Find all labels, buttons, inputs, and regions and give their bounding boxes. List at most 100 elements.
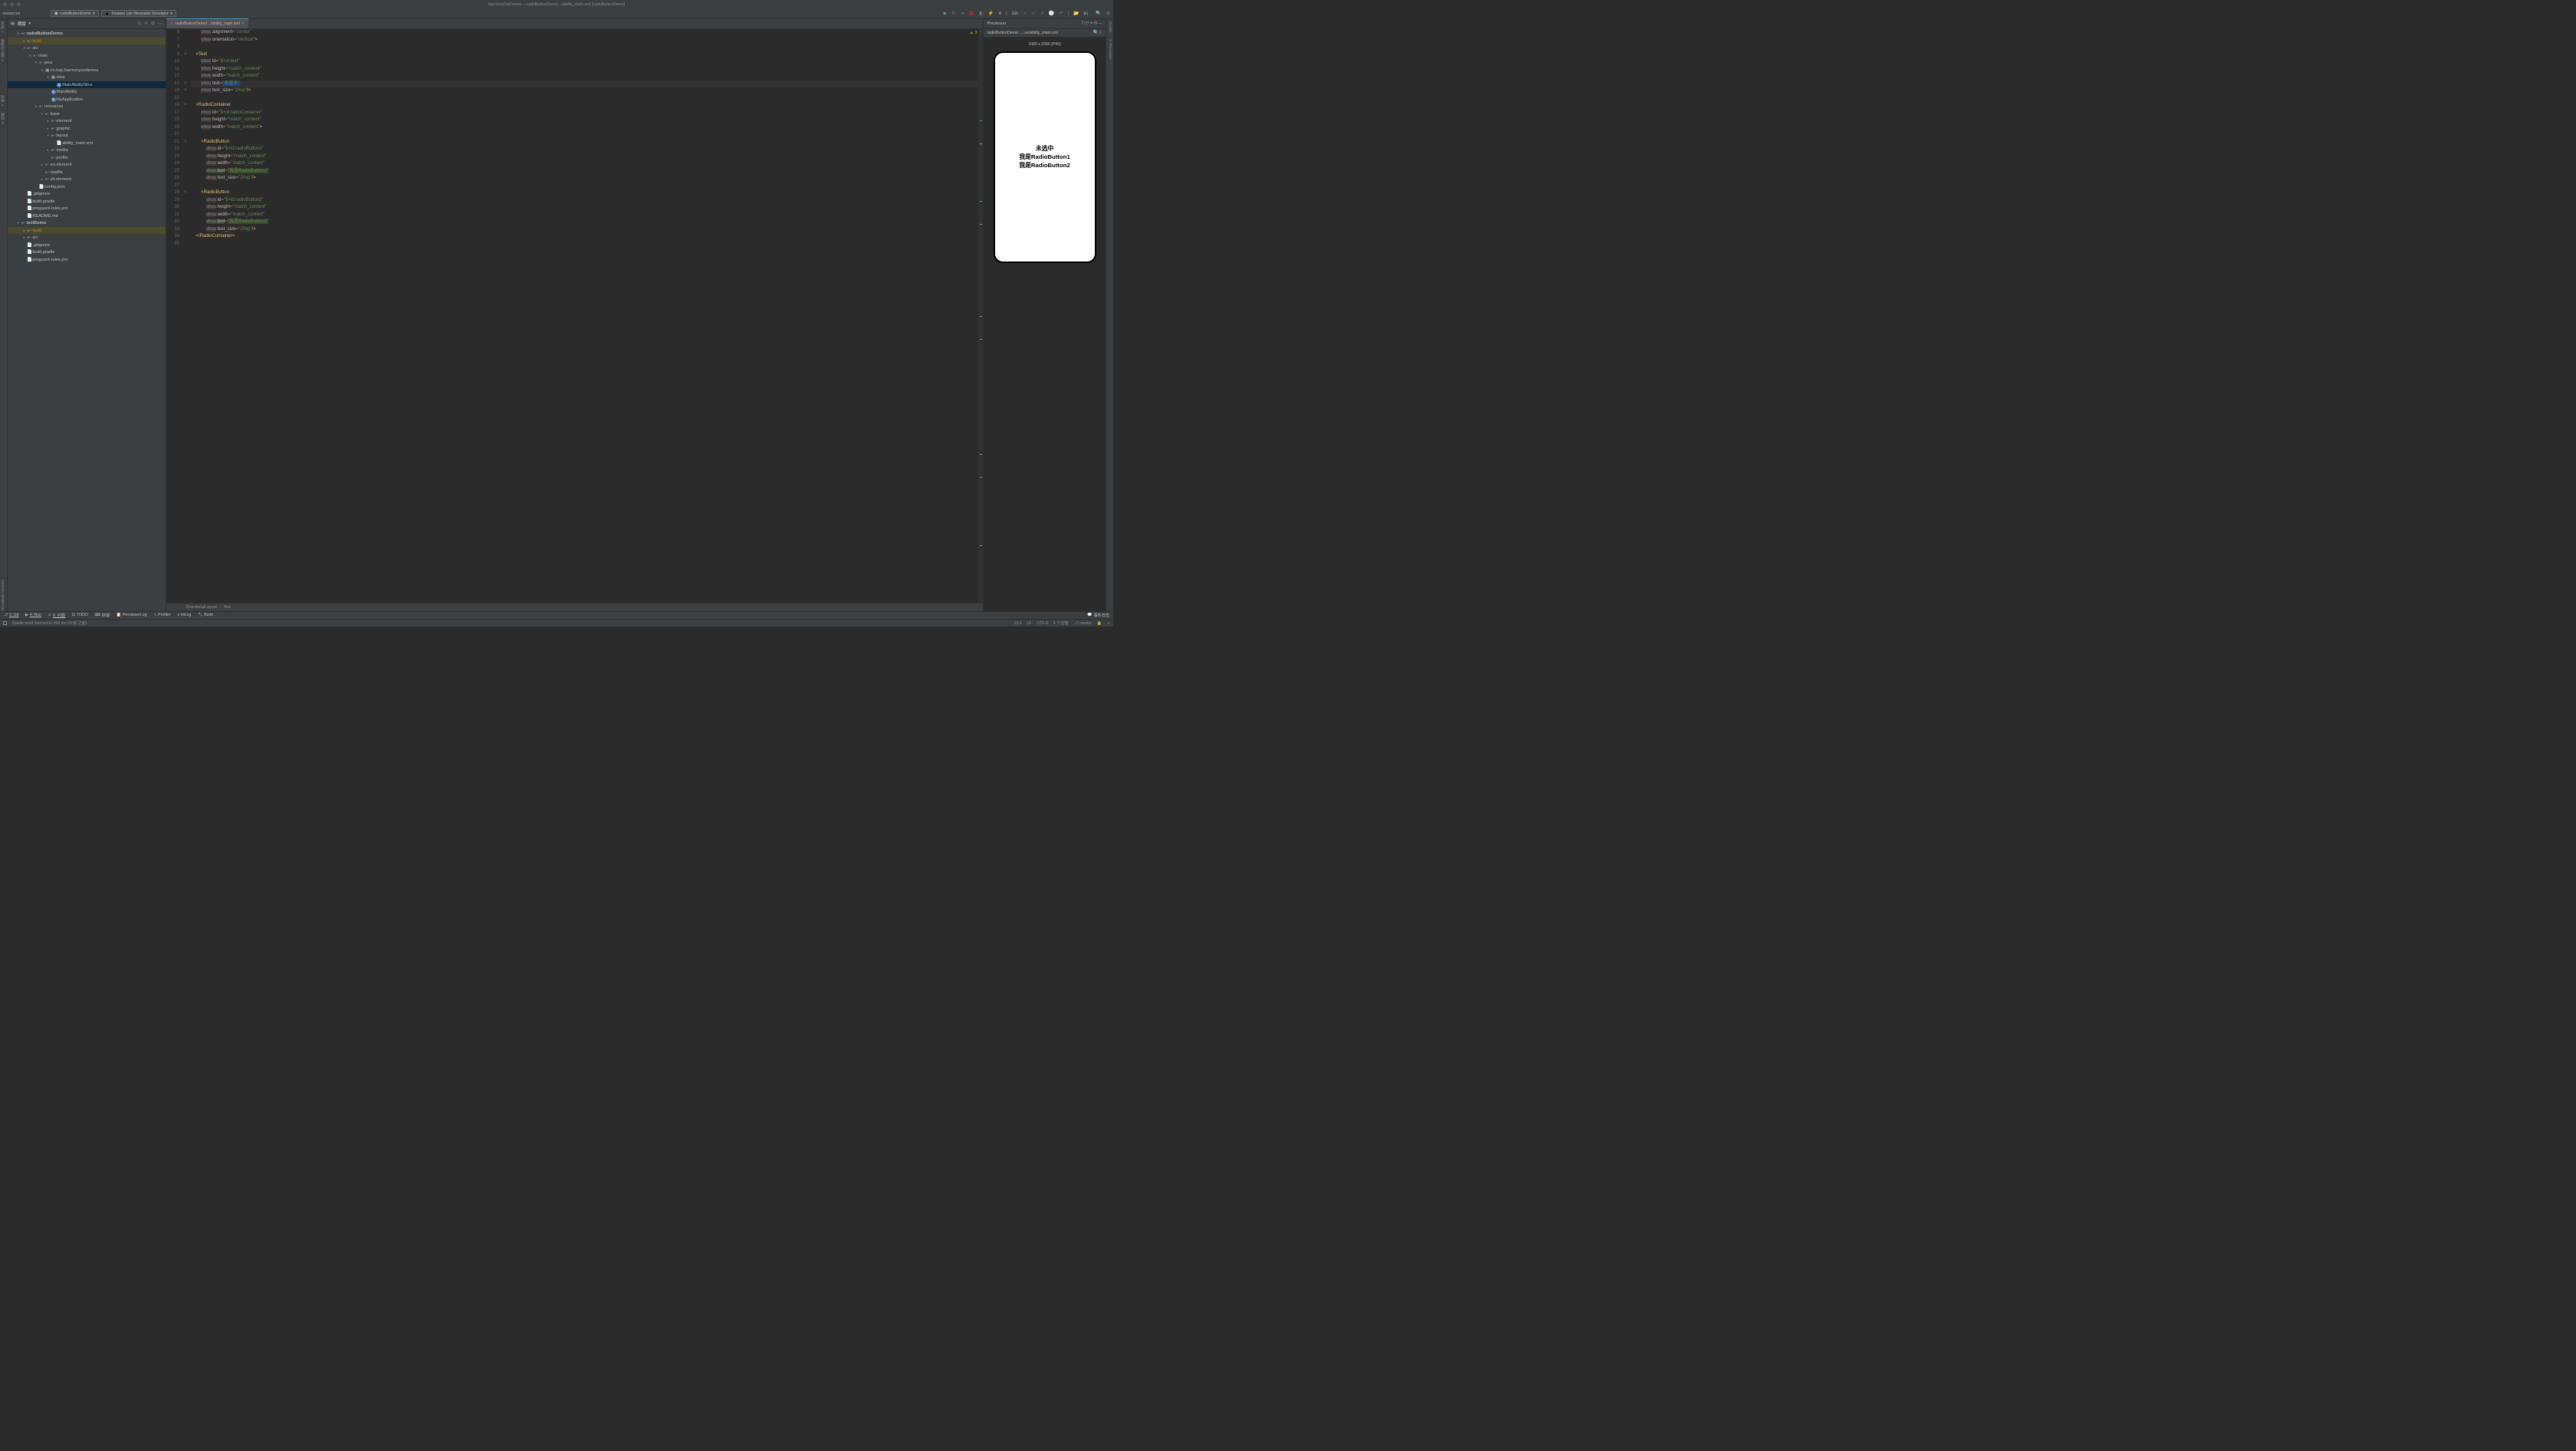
tree-node[interactable]: 📄.gitignore	[8, 242, 166, 249]
attach-icon[interactable]: ⇥	[960, 11, 964, 16]
tree-node[interactable]: CMainAbilitySlice	[8, 81, 166, 89]
gear-icon[interactable]: ⚙	[151, 21, 155, 26]
tree-node[interactable]: 📄build.gradle	[8, 248, 166, 256]
hide-icon[interactable]: —	[158, 21, 163, 26]
code-editor[interactable]: 6789101112131415161718192021222324252627…	[166, 29, 983, 604]
right-tool-gutter[interactable]: Gradle 3: Previewer	[1106, 19, 1113, 611]
collapse-icon[interactable]: ≑	[144, 21, 148, 26]
git-rollback-icon[interactable]: ↶	[1059, 11, 1063, 16]
tree-node[interactable]: ▸▸▫src	[8, 234, 166, 242]
run-config-combo[interactable]: ⬢ radioButtonDemo ▾	[51, 10, 99, 18]
tree-node[interactable]: 📄build.gradle	[8, 198, 166, 206]
tree-node[interactable]: ▸▸▫media	[8, 146, 166, 154]
project-tree[interactable]: ▾▸▫radioButtonDemo▸▸▫build▾▸▫src▾▸▫main▾…	[8, 29, 166, 611]
error-indicator-icon[interactable]: ●	[1107, 621, 1109, 626]
tree-node[interactable]: ▾▸▫radioButtonDemo	[8, 30, 166, 38]
filter-icon[interactable]: ⚲	[1099, 30, 1102, 35]
tree-node[interactable]: CMyApplication	[8, 96, 166, 104]
line-number-gutter[interactable]: 6789101112131415161718192021222324252627…	[166, 29, 183, 604]
editor-tab[interactable]: ⟨⟩ radioButtonDemo/.../ability_main.xml …	[166, 18, 248, 28]
lock-icon[interactable]: 🔒	[1097, 621, 1102, 626]
tree-node[interactable]: ▾▸▫java	[8, 59, 166, 67]
window-controls[interactable]	[3, 2, 20, 6]
status-indent[interactable]: 4 个空格	[1053, 620, 1069, 626]
hide-icon[interactable]: —	[1098, 21, 1102, 26]
tool-profiler[interactable]: ∿ Profiler	[153, 613, 170, 617]
tree-node[interactable]: ▾▦slice	[8, 74, 166, 81]
device-combo[interactable]: 📱 Huawei Lite Wearable Simulator ▾	[101, 10, 177, 18]
tree-node[interactable]: 📄README.md	[8, 212, 166, 220]
tree-node[interactable]: 📄proguard-rules.pro	[8, 256, 166, 264]
tree-node[interactable]: CMainAbility	[8, 88, 166, 96]
tree-node[interactable]: ▾▸▫textDemo	[8, 219, 166, 227]
tree-node[interactable]: ▸▸▫build	[8, 227, 166, 235]
close-tab-icon[interactable]: ×	[242, 21, 244, 26]
editor-tab-bar[interactable]: ⟨⟩ radioButtonDemo/.../ability_main.xml …	[166, 19, 983, 29]
profile-icon[interactable]: ⚡	[988, 11, 994, 16]
status-encoding[interactable]: UTF-8	[1037, 621, 1048, 626]
tree-node[interactable]: ▾▸▫base	[8, 110, 166, 118]
breadcrumb-segment[interactable]: resources	[2, 12, 36, 16]
run-icon[interactable]: ▶	[944, 11, 948, 16]
nav-up-icon[interactable]: ˆ	[980, 31, 981, 35]
tree-node[interactable]: ▸▸▫en.element	[8, 161, 166, 169]
status-line-separator[interactable]: LF	[1027, 621, 1031, 626]
inspection-widget[interactable]: ▲ 3	[970, 31, 978, 35]
left-tool-gutter[interactable]: 1: 项目 0: 提交对话框 7: 结构 2: 收藏 OhosBuild Var…	[0, 19, 8, 611]
git-history-icon[interactable]: 🕘	[1049, 11, 1055, 16]
tool-terminal[interactable]: ⌨ 终端	[95, 613, 110, 618]
marker-bar[interactable]: ▲ 3 ˆˇ	[978, 29, 983, 604]
tool-problems[interactable]: ⚠ 6: 问题	[48, 613, 65, 618]
gutter-tab-commit[interactable]: 0: 提交对话框	[1, 39, 6, 61]
tool-run[interactable]: ▶ 4: Run	[25, 613, 41, 617]
tool-git[interactable]: ⎇ 9: Git	[3, 613, 18, 617]
debug-icon[interactable]: 🐞	[969, 11, 975, 16]
tree-node[interactable]: 📄.gitignore	[8, 190, 166, 198]
gutter-tab-variants[interactable]: OhosBuild Variants	[2, 580, 5, 610]
tree-node[interactable]: ▸▸▫zh.element	[8, 176, 166, 183]
settings-icon[interactable]: ⚙	[1106, 11, 1110, 16]
stop-icon[interactable]: ■	[998, 12, 1001, 16]
gutter-tab-previewer[interactable]: 3: Previewer	[1108, 39, 1112, 59]
open-icon[interactable]: 📂	[1073, 11, 1079, 16]
tree-node[interactable]: ▾▸▫resources	[8, 103, 166, 110]
project-view-icon[interactable]: ▤	[11, 21, 15, 26]
tree-node[interactable]: ▸▸▫graphic	[8, 125, 166, 133]
gutter-tab-favorites[interactable]: 2: 收藏	[1, 113, 6, 124]
git-update-icon[interactable]: ✓	[1024, 11, 1027, 16]
tree-node[interactable]: ▾▸▫layout	[8, 132, 166, 140]
status-git-branch[interactable]: ⎇ master	[1074, 621, 1092, 626]
panel-title[interactable]: 项目	[18, 20, 26, 27]
git-commit-icon[interactable]: ✓	[1032, 11, 1036, 16]
locate-icon[interactable]: ⊙	[138, 21, 142, 26]
tool-todo[interactable]: ☰ TODO	[72, 613, 88, 617]
gutter-tab-structure[interactable]: 7: 结构	[1, 95, 6, 107]
tree-node[interactable]: 📄proguard-rules.pro	[8, 205, 166, 212]
search-icon[interactable]: 🔍	[1093, 30, 1099, 35]
tree-node[interactable]: ▸▸▫build	[8, 38, 166, 45]
tree-node[interactable]: 📄config.json	[8, 183, 166, 191]
tree-node[interactable]: ▾▦cn.hsp.harmonyosdemos	[8, 67, 166, 74]
editor-breadcrumb[interactable]: DirectionalLayout › Text	[166, 603, 983, 610]
gutter-tab-gradle[interactable]: Gradle	[1108, 21, 1112, 32]
tree-node[interactable]: ▾▸▫src	[8, 44, 166, 52]
search-icon[interactable]: 🔍	[1096, 11, 1102, 16]
rerun-icon[interactable]: ↻	[951, 11, 955, 16]
sync-icon[interactable]: ▶▏	[1084, 11, 1091, 16]
chevron-down-icon[interactable]: ▾	[28, 21, 31, 26]
git-push-icon[interactable]: ↗	[1040, 11, 1044, 16]
tool-event-log[interactable]: 💬 事件日志	[1087, 613, 1109, 618]
status-cursor-position[interactable]: 13:9	[1014, 621, 1021, 626]
tree-node[interactable]: ▾▸▫main	[8, 52, 166, 60]
tree-node[interactable]: ▸▸▫element	[8, 117, 166, 125]
tree-node[interactable]: 📄ability_main.xml	[8, 140, 166, 147]
tree-node[interactable]: ▸▫rawfile	[8, 169, 166, 176]
status-tool-window-icon[interactable]	[3, 621, 6, 624]
gutter-tab-project[interactable]: 1: 项目	[1, 21, 6, 33]
code-content[interactable]: ohos:alignment="center" ohos:orientation…	[188, 29, 978, 604]
bottom-tool-strip[interactable]: ⎇ 9: Git ▶ 4: Run ⚠ 6: 问题 ☰ TODO ⌨ 终端 📋 …	[0, 611, 1113, 619]
coverage-icon[interactable]: ◧	[979, 11, 984, 16]
tool-build[interactable]: 🔨 Build	[198, 613, 213, 617]
fold-gutter[interactable]: ⊖⊖⊖⊖⊖⊖	[182, 29, 188, 604]
tool-hilog[interactable]: ≡ HiLog	[177, 613, 191, 617]
